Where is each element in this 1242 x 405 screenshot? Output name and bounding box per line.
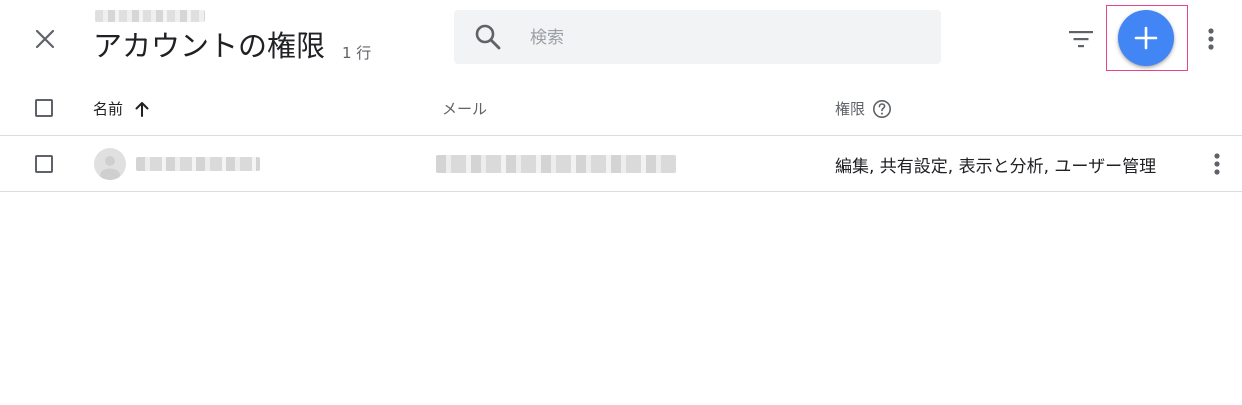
close-icon [35, 29, 55, 49]
column-header-email[interactable]: メール [442, 98, 487, 119]
help-icon[interactable] [872, 99, 892, 119]
row-checkbox[interactable] [35, 155, 53, 173]
arrow-up-icon [135, 101, 149, 117]
header-divider [0, 135, 1242, 136]
filter-button[interactable] [1064, 22, 1098, 56]
column-header-permissions-label: 権限 [835, 100, 866, 118]
user-email-redacted [436, 155, 676, 173]
row-more-options-button[interactable] [1202, 147, 1232, 181]
user-name-redacted [136, 157, 260, 171]
close-button[interactable] [28, 22, 62, 56]
page-title: アカウントの権限 [93, 29, 326, 63]
search-bar [454, 10, 941, 66]
row-divider [0, 191, 1242, 192]
avatar [94, 148, 126, 180]
column-header-name-label: 名前 [93, 100, 124, 118]
account-name-redacted [95, 10, 205, 22]
search-icon [475, 24, 501, 50]
more-vert-icon [1208, 28, 1214, 50]
user-permissions: 編集, 共有設定, 表示と分析, ユーザー管理 [835, 157, 1157, 177]
person-icon [100, 156, 120, 180]
add-user-button[interactable] [1118, 10, 1174, 66]
row-count: 1 行 [342, 44, 372, 62]
more-vert-icon [1214, 153, 1220, 175]
search-input[interactable] [528, 10, 912, 66]
column-header-name[interactable]: 名前 [93, 98, 149, 119]
plus-icon [1134, 26, 1158, 50]
select-all-checkbox[interactable] [35, 99, 53, 117]
column-header-permissions: 権限 [835, 98, 892, 119]
more-options-button[interactable] [1196, 22, 1226, 56]
filter-icon [1069, 31, 1093, 48]
